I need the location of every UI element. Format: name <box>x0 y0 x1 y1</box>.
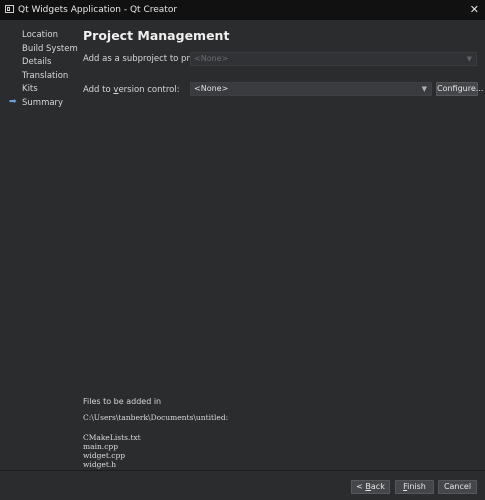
chevron-down-icon: ▼ <box>421 85 427 93</box>
subproject-select-value: <None> <box>194 54 229 63</box>
files-heading: Files to be added in <box>83 397 162 406</box>
vcs-select[interactable]: <None> ▼ <box>190 82 432 96</box>
file-item: main.cpp <box>83 442 118 451</box>
back-button[interactable]: < Back <box>351 480 390 494</box>
file-item: CMakeLists.txt <box>83 433 141 442</box>
sidebar-item-translation: Translation <box>22 71 69 81</box>
vcs-label: Add to version control: <box>83 85 180 95</box>
finish-button[interactable]: Finish <box>395 480 434 494</box>
wizard-footer: < Back Finish Cancel <box>0 471 485 500</box>
window-title: Qt Widgets Application - Qt Creator <box>18 5 178 15</box>
files-summary: Files to be added in C:\Users\tanberk\Do… <box>83 397 228 469</box>
close-icon[interactable]: ✕ <box>470 0 479 20</box>
vcs-select-value: <None> <box>194 84 229 93</box>
sidebar-item-location: Location <box>22 30 58 40</box>
chevron-down-icon: ▼ <box>466 55 472 63</box>
sidebar-item-summary: Summary <box>22 98 64 108</box>
file-item: widget.h <box>83 460 117 469</box>
app-window-icon <box>5 5 14 13</box>
wizard-sidebar: Location Build System Details Translatio… <box>0 20 78 470</box>
sidebar-item-details: Details <box>22 57 52 67</box>
arrow-right-icon: ➡ <box>9 97 17 107</box>
configure-button[interactable]: Configure... <box>436 82 483 96</box>
subproject-select[interactable]: <None> ▼ <box>190 52 477 66</box>
wizard-page: Project Management Add as a subproject t… <box>77 20 485 470</box>
cancel-button[interactable]: Cancel <box>438 480 477 494</box>
sidebar-item-kits: Kits <box>22 84 38 94</box>
sidebar-item-build-system: Build System <box>22 44 78 54</box>
file-item: widget.cpp <box>83 451 126 460</box>
page-title: Project Management <box>83 28 230 43</box>
files-path: C:\Users\tanberk\Documents\untitled: <box>83 413 229 422</box>
window-titlebar: Qt Widgets Application - Qt Creator ✕ <box>0 0 485 20</box>
